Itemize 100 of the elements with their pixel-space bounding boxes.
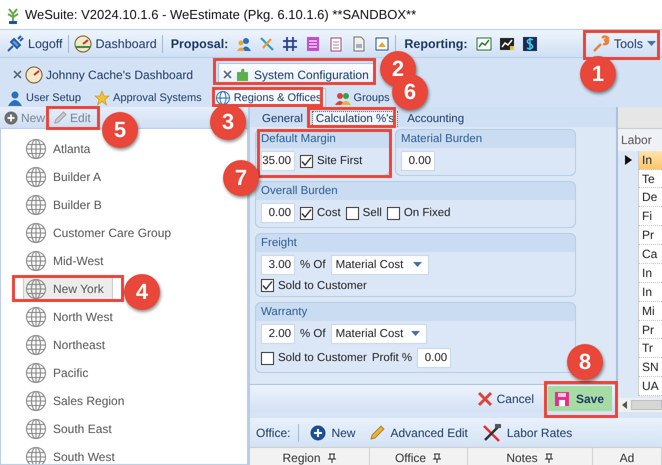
close-icon <box>13 70 22 79</box>
caret-icon <box>647 40 656 46</box>
checkbox[interactable] <box>346 206 359 220</box>
caret-icon <box>410 331 420 337</box>
globe-icon <box>25 306 47 328</box>
globe-icon <box>25 334 47 356</box>
globe-icon <box>25 446 47 464</box>
checkbox-label: Cost <box>317 207 341 219</box>
region-item[interactable]: Customer Care Group <box>23 220 180 246</box>
table-cell[interactable]: SN <box>638 358 662 378</box>
cancel-button[interactable]: Cancel <box>470 390 540 408</box>
app-logo-icon <box>7 6 19 24</box>
column-header[interactable]: Office <box>370 448 468 465</box>
table-cell[interactable]: Te <box>638 170 662 188</box>
number-field[interactable]: 3.00 <box>261 255 295 275</box>
table-cell[interactable]: Ca <box>638 245 662 264</box>
table-cell[interactable]: Pr <box>638 226 662 246</box>
group-title: Overall Burden <box>261 184 339 199</box>
close-icon <box>223 70 232 79</box>
section-label: Proposal: <box>170 36 228 50</box>
globe-icon <box>25 362 47 384</box>
checkbox[interactable] <box>261 279 274 292</box>
row-pointer-icon <box>624 155 632 166</box>
config-tab[interactable]: User Setup <box>4 88 86 107</box>
gauge-icon <box>74 34 92 52</box>
checkbox-label: Sold to Customer <box>278 352 367 364</box>
logoff-button[interactable]: Logoff <box>4 32 65 54</box>
checkbox[interactable] <box>300 154 313 168</box>
checkbox[interactable] <box>386 206 400 220</box>
dashboard-button[interactable]: Dashboard <box>72 32 159 54</box>
toolbar-label: Office: <box>256 426 290 440</box>
region-item[interactable]: Mid-West <box>23 248 112 274</box>
region-item[interactable]: Pacific <box>23 360 98 386</box>
people-icon <box>334 90 351 106</box>
table-cell[interactable]: Tr <box>638 339 662 358</box>
group-title: Warranty <box>261 305 308 320</box>
basis-dropdown[interactable]: Material Cost <box>330 324 427 344</box>
plug-icon <box>6 34 24 52</box>
column-header: Labor <box>618 128 662 151</box>
number-field[interactable]: 35.00 <box>261 151 295 171</box>
pencil-icon <box>53 110 68 124</box>
globe-icon <box>25 138 47 160</box>
column-header[interactable]: Region <box>250 448 370 465</box>
document-tab[interactable]: Johnny Cache's Dashboard <box>8 63 200 85</box>
checkbox-label: Site First <box>317 155 362 167</box>
region-item[interactable]: South East <box>23 416 121 442</box>
table-cell[interactable]: Fi <box>638 207 662 226</box>
number-field[interactable]: 0.00 <box>401 151 435 171</box>
column-header[interactable]: Ad <box>593 448 662 465</box>
region-item[interactable]: Builder B <box>23 192 111 218</box>
wrench-icon <box>592 34 610 52</box>
window-title: WeSuite: V2024.10.1.6 - WeEstimate (Pkg. 6.10.1.6) **SANDBOX** <box>25 7 416 22</box>
region-item[interactable]: Atlanta <box>23 136 100 162</box>
table-cell[interactable]: Pr <box>638 320 662 340</box>
table-cell[interactable]: In <box>638 282 662 302</box>
caret-icon <box>412 262 422 268</box>
form-tab[interactable]: Accounting <box>403 111 468 127</box>
highlight-frame <box>46 106 100 130</box>
region-item[interactable]: South West <box>23 444 124 464</box>
new-button[interactable]: New <box>307 424 358 440</box>
person-icon <box>7 90 23 106</box>
checkbox-label: Sold to Customer <box>278 280 367 292</box>
globe-icon <box>25 250 47 272</box>
globe-icon <box>25 222 47 244</box>
pin-icon <box>432 453 442 463</box>
number-field[interactable]: 0.00 <box>417 348 452 368</box>
table-cell[interactable]: De <box>638 188 662 208</box>
checkbox[interactable] <box>261 352 274 364</box>
save-button[interactable]: Save <box>548 386 612 411</box>
table-cell[interactable]: UA <box>638 377 662 396</box>
globe-icon <box>25 390 47 412</box>
checkbox-label: On Fixed <box>404 207 451 219</box>
table-cell[interactable]: In <box>638 150 662 170</box>
number-field[interactable]: 0.00 <box>261 203 295 223</box>
plus-icon <box>4 110 18 124</box>
region-item[interactable]: North West <box>23 304 122 330</box>
group-title: Material Burden <box>401 132 484 147</box>
gauge-icon <box>25 66 43 84</box>
labor-rates-button[interactable]: Labor Rates <box>478 424 576 442</box>
region-item[interactable]: Sales Region <box>23 388 134 414</box>
form-tab[interactable]: General <box>258 111 307 127</box>
field-label: % Of <box>300 328 326 340</box>
config-tab[interactable]: Groups <box>332 88 394 107</box>
column-header[interactable]: Notes <box>468 448 593 465</box>
checkbox-label: Sell <box>362 207 382 219</box>
advanced-edit-button[interactable]: Advanced Edit <box>366 424 471 440</box>
number-field[interactable]: 2.00 <box>261 324 295 344</box>
region-item[interactable]: Builder A <box>23 164 110 190</box>
close-icon <box>476 390 493 406</box>
panel-header <box>618 107 662 129</box>
region-item[interactable]: Northeast <box>23 332 114 358</box>
basis-dropdown[interactable]: Material Cost <box>330 255 429 275</box>
table-cell[interactable]: Mi <box>638 302 662 321</box>
globe-icon <box>214 90 231 106</box>
config-tab[interactable]: Approval Systems <box>91 88 206 107</box>
table-cell[interactable]: In <box>638 264 662 283</box>
scroll-thumb <box>631 400 662 410</box>
tools-menu-button[interactable]: Tools <box>590 32 658 54</box>
globe-icon <box>25 418 47 440</box>
checkbox[interactable] <box>300 206 313 220</box>
